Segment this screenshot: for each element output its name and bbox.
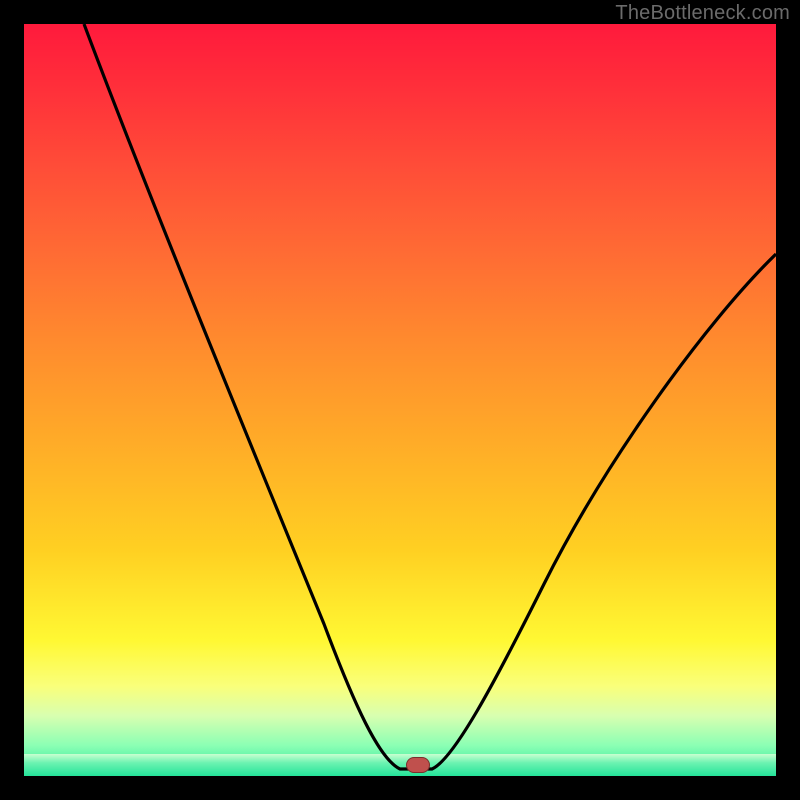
curve-path xyxy=(84,24,776,769)
optimal-marker xyxy=(406,757,430,773)
watermark-text: TheBottleneck.com xyxy=(615,2,790,25)
chart-frame: TheBottleneck.com xyxy=(0,0,800,800)
bottleneck-curve xyxy=(24,24,776,776)
plot-area xyxy=(24,24,776,776)
